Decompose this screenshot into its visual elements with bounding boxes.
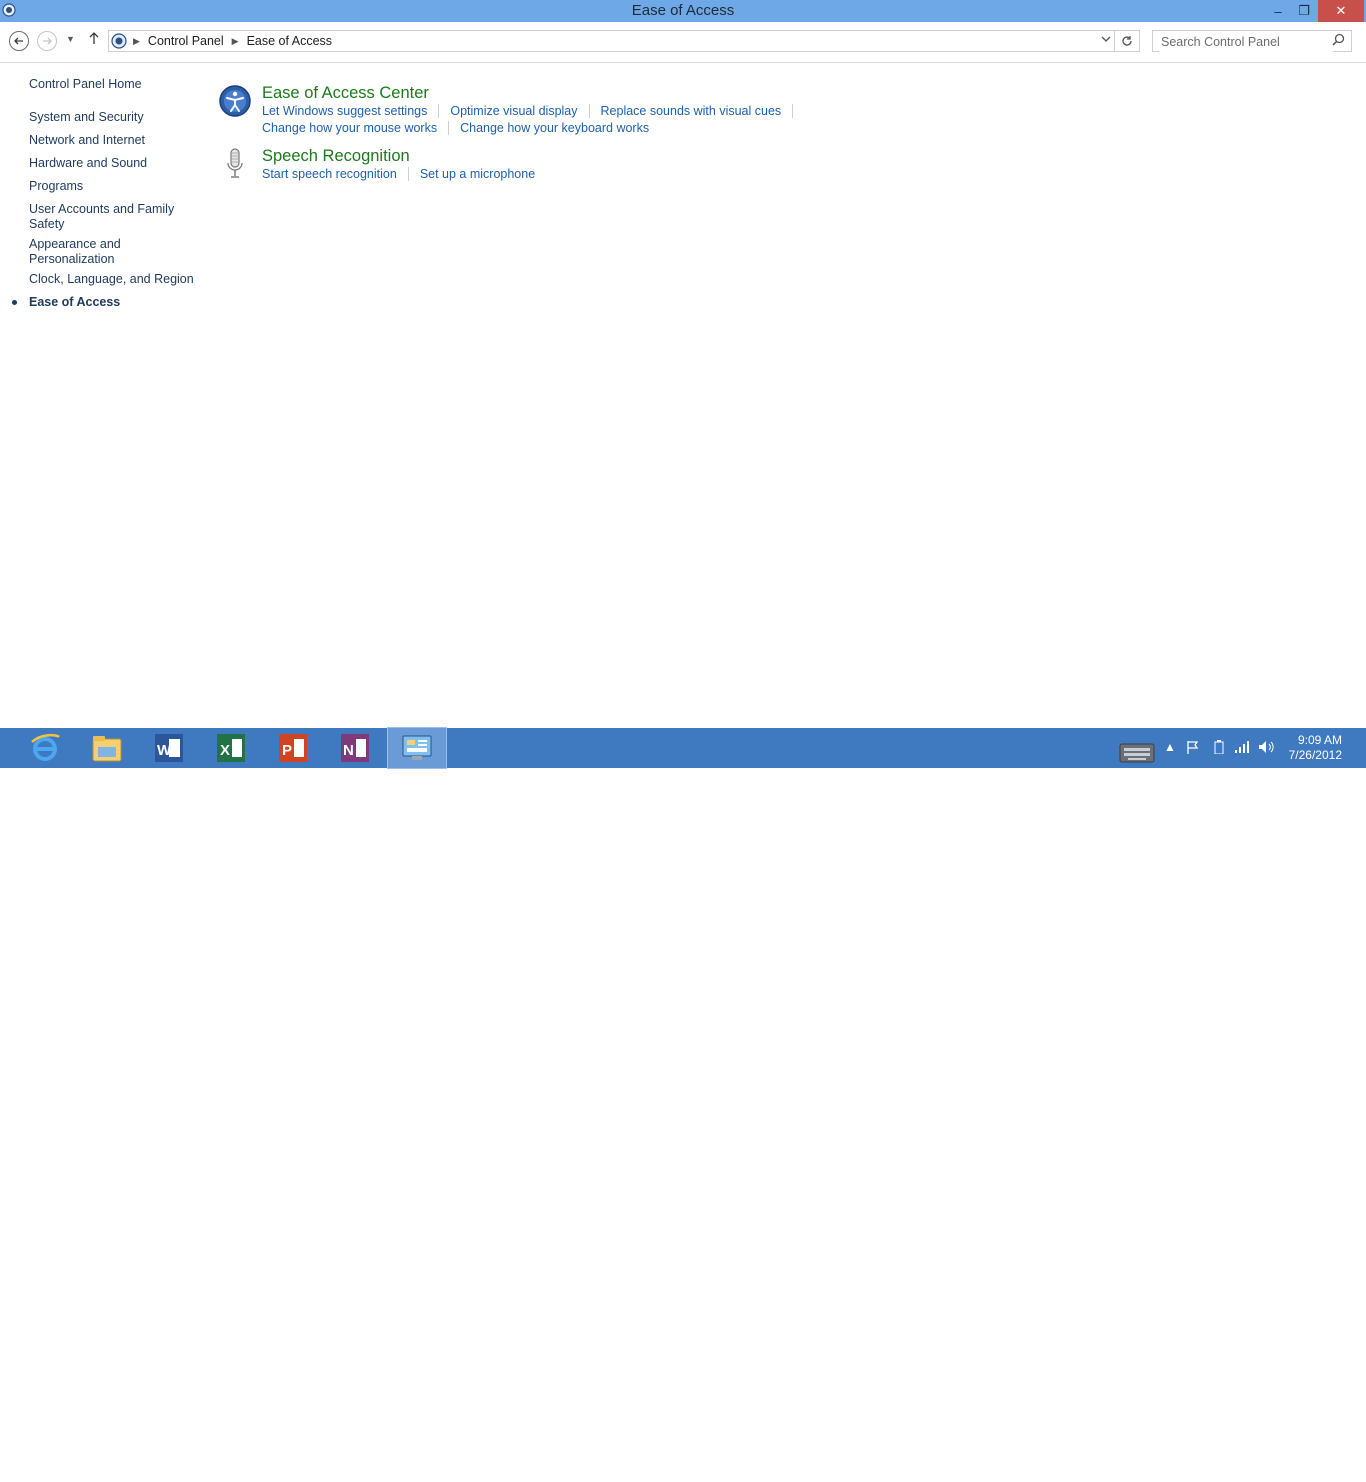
search-box[interactable] [1152,30,1352,52]
microphone-icon[interactable] [218,147,252,181]
close-button[interactable]: ✕ [1318,0,1364,22]
link-divider [448,120,450,135]
action-center-flag-icon[interactable] [1186,740,1200,757]
sidebar-item-system-and-security[interactable]: System and Security [29,110,199,125]
breadcrumb-control-panel[interactable]: Control Panel [148,34,224,48]
ease-of-access-center-links: Let Windows suggest settings Optimize vi… [262,102,862,136]
link-change-mouse[interactable]: Change how your mouse works [262,121,437,135]
link-change-keyboard[interactable]: Change how your keyboard works [460,121,649,135]
sidebar-item-user-accounts[interactable]: User Accounts and Family Safety [29,202,199,232]
taskbar: W X P N ▲ The Collection Book 9:09 AM 7/… [0,727,1366,1481]
sidebar-item-programs[interactable]: Programs [29,179,199,194]
control-panel-icon [111,33,127,49]
speech-recognition-heading[interactable]: Speech Recognition [262,147,410,166]
link-replace-sounds-with-visual-cues[interactable]: Replace sounds with visual cues [601,104,782,118]
link-start-speech-recognition[interactable]: Start speech recognition [262,167,397,181]
ease-of-access-center-heading[interactable]: Ease of Access Center [262,84,429,103]
sidebar-item-appearance[interactable]: Appearance and Personalization [29,237,199,267]
ease-of-access-icon[interactable] [218,84,252,118]
window-title: Ease of Access [631,2,735,19]
svg-text:N: N [343,742,354,759]
current-page-bullet-icon [12,300,17,305]
link-divider [588,103,590,118]
link-divider [407,166,409,181]
svg-text:P: P [282,742,292,759]
watermark: The Collection Book [1180,1461,1342,1481]
forward-button[interactable] [37,31,57,51]
breadcrumb-ease-of-access[interactable]: Ease of Access [247,34,332,48]
recent-locations-chevron-icon[interactable]: ▼ [66,34,75,44]
svg-text:W: W [157,742,172,759]
refresh-icon[interactable] [1114,31,1139,51]
sidebar-item-network-and-internet[interactable]: Network and Internet [29,133,199,148]
sidebar-item-label: User Accounts and Family [29,202,175,216]
address-bar[interactable]: ▶ Control Panel ▶ Ease of Access [108,30,1140,52]
clock[interactable]: 9:09 AM 7/26/2012 [1289,733,1342,763]
link-let-windows-suggest-settings[interactable]: Let Windows suggest settings [262,104,427,118]
up-arrow-icon[interactable] [88,31,100,50]
sidebar-item-ease-of-access[interactable]: Ease of Access [29,295,199,310]
excel-icon[interactable]: X [202,728,260,768]
show-hidden-icons-icon[interactable]: ▲ [1164,740,1176,754]
link-divider [438,103,440,118]
title-bar: Ease of Access – ❐ ✕ [0,0,1366,22]
back-button[interactable] [9,31,29,51]
link-divider [792,103,794,118]
restore-button[interactable]: ❐ [1291,0,1317,22]
volume-icon[interactable] [1258,740,1274,757]
word-icon[interactable]: W [140,728,198,768]
link-set-up-microphone[interactable]: Set up a microphone [420,167,535,181]
minimize-button[interactable]: – [1265,0,1291,22]
clock-date: 7/26/2012 [1288,748,1342,762]
sidebar-item-control-panel-home[interactable]: Control Panel Home [29,77,199,92]
onenote-icon[interactable]: N [326,728,384,768]
sidebar-item-label: Personalization [29,252,115,266]
control-panel-taskbar-icon[interactable] [387,727,447,769]
back-arrow-icon [14,37,23,45]
battery-icon[interactable] [1214,740,1224,757]
svg-text:X: X [220,742,230,759]
address-dropdown-chevron-icon[interactable] [1101,34,1111,47]
sidebar-item-label: Appearance and [29,237,121,251]
touch-keyboard-icon[interactable] [1118,732,1164,769]
speech-recognition-links: Start speech recognition Set up a microp… [262,165,862,182]
network-signal-icon[interactable] [1234,740,1250,757]
forward-arrow-icon [43,37,52,45]
sidebar-item-hardware-and-sound[interactable]: Hardware and Sound [29,156,199,171]
search-icon[interactable] [1332,33,1345,49]
powerpoint-icon[interactable]: P [264,728,322,768]
navigation-bar: ▼ ▶ Control Panel ▶ Ease of Access [0,22,1366,63]
sidebar-item-label: Safety [29,217,65,231]
breadcrumb-separator-icon[interactable]: ▶ [133,36,140,47]
sidebar-item-clock-language-region[interactable]: Clock, Language, and Region [29,272,199,287]
file-explorer-icon[interactable] [78,728,136,768]
link-optimize-visual-display[interactable]: Optimize visual display [450,104,577,118]
breadcrumb-separator-icon[interactable]: ▶ [232,36,239,47]
clock-time: 9:09 AM [1297,733,1342,747]
search-input[interactable] [1159,32,1333,52]
internet-explorer-icon[interactable] [16,728,74,768]
